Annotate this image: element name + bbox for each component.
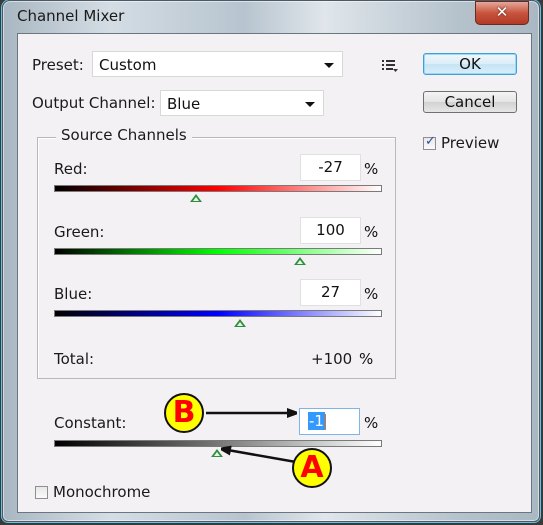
annotation-badge-b: B: [164, 393, 204, 433]
annotation-letter-a: A: [300, 450, 324, 485]
arrow-a-to-constant-thumb: [222, 449, 297, 464]
annotation-letter-b: B: [172, 395, 196, 430]
annotation-badge-a: A: [292, 448, 332, 488]
annotation-arrows: [206, 0, 543, 464]
